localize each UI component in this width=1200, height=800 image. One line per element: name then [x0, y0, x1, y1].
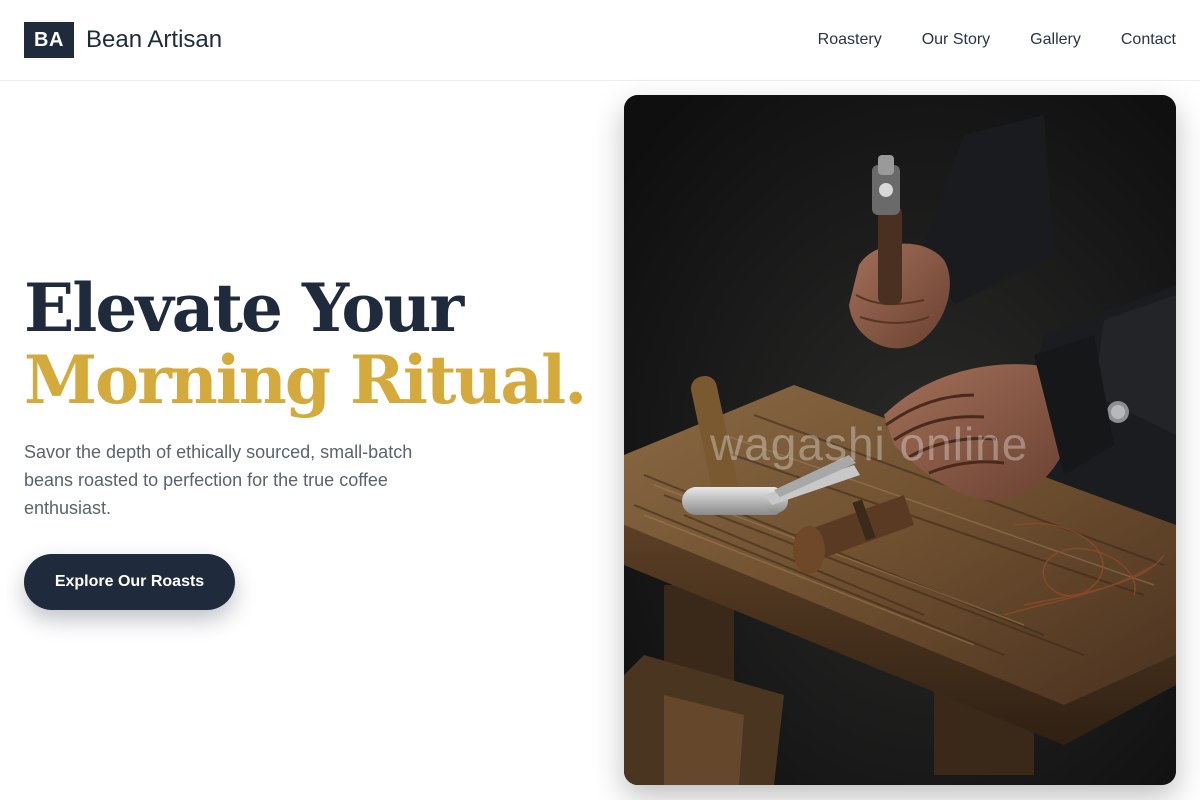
hero-image: wagashi online	[624, 95, 1176, 785]
nav-link-our-story[interactable]: Our Story	[922, 29, 990, 51]
nav-link-gallery[interactable]: Gallery	[1030, 29, 1081, 51]
nav-link-contact[interactable]: Contact	[1121, 29, 1176, 51]
hero-title-line-1: Elevate Your	[24, 269, 464, 347]
logo-mark[interactable]: BA	[24, 22, 74, 58]
hero-title: Elevate Your Morning Ritual.	[24, 269, 587, 419]
hero-subtitle: Savor the depth of ethically sourced, sm…	[24, 442, 413, 518]
explore-roasts-button[interactable]: Explore Our Roasts	[24, 554, 235, 610]
image-watermark: wagashi online	[710, 418, 1029, 470]
site-header: BA Bean Artisan Roastery Our Story Galle…	[0, 0, 1200, 81]
main-nav: Roastery Our Story Gallery Contact	[818, 29, 1176, 51]
brand-name[interactable]: Bean Artisan	[86, 25, 222, 55]
nav-link-roastery[interactable]: Roastery	[818, 29, 882, 51]
hero-title-line-2: Morning Ritual.	[24, 341, 587, 419]
